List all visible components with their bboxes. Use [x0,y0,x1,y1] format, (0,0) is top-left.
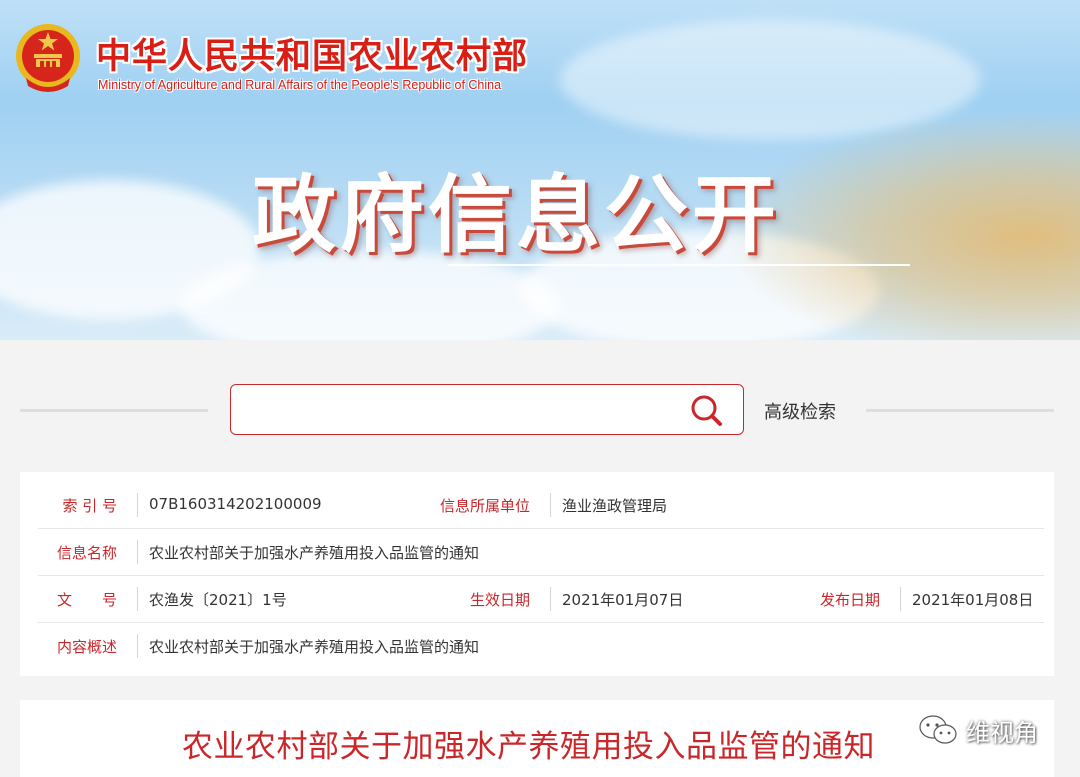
column-divider [137,540,138,564]
search-divider-right [866,409,1054,412]
article-title: 农业农村部关于加强水产养殖用投入品监管的通知 [182,729,875,765]
section-title: 政府信息公开 [252,166,781,264]
search-box[interactable] [230,384,744,435]
advanced-search-link[interactable]: 高级检索 [764,398,836,424]
column-divider [137,587,138,611]
watermark-text: 维视角 [966,718,1038,747]
effective-date-label: 生效日期 [469,591,530,609]
publish-date-label: 发布日期 [819,591,880,609]
ministry-name-en: Ministry of Agriculture and Rural Affair… [98,78,502,92]
info-row: 文 号 农渔发〔2021〕1号 生效日期 2021年01月07日 发布日期 20… [20,576,1054,623]
column-divider [137,634,138,658]
ministry-name-cn: 中华人民共和国农业农村部 [96,36,529,77]
summary-label: 内容概述 [56,638,117,656]
column-divider [900,587,901,611]
title-underline [448,264,910,266]
column-divider [137,493,138,517]
info-row: 信息名称 农业农村部关于加强水产养殖用投入品监管的通知 [20,529,1054,576]
summary-value: 农业农村部关于加强水产养殖用投入品监管的通知 [149,638,480,656]
info-row: 内容概述 农业农村部关于加强水产养殖用投入品监管的通知 [20,623,1054,670]
index-no-label: 索 引 号 [62,497,117,515]
watermark: 维视角 [918,710,1038,750]
doc-no-value: 农渔发〔2021〕1号 [149,591,287,609]
index-no-value: 07B160314202100009 [149,495,322,513]
info-row: 索 引 号 07B160314202100009 信息所属单位 渔业渔政管理局 [20,482,1054,529]
unit-value: 渔业渔政管理局 [562,497,668,515]
column-divider [550,587,551,611]
national-emblem-icon[interactable] [14,20,82,96]
header-banner: 中华人民共和国农业农村部 Ministry of Agriculture and… [0,0,1080,340]
info-name-value: 农业农村部关于加强水产养殖用投入品监管的通知 [149,544,480,562]
publish-date-value: 2021年01月08日 [912,591,1034,609]
effective-date-value: 2021年01月07日 [562,591,684,609]
column-divider [550,493,551,517]
doc-no-label: 文 号 [56,591,117,609]
search-input[interactable] [243,393,687,427]
search-divider-left [20,409,208,412]
info-table: 索 引 号 07B160314202100009 信息所属单位 渔业渔政管理局 … [20,472,1054,676]
info-name-label: 信息名称 [56,544,117,562]
search-icon[interactable] [689,393,725,429]
wechat-icon [919,715,957,744]
unit-label: 信息所属单位 [439,497,530,515]
